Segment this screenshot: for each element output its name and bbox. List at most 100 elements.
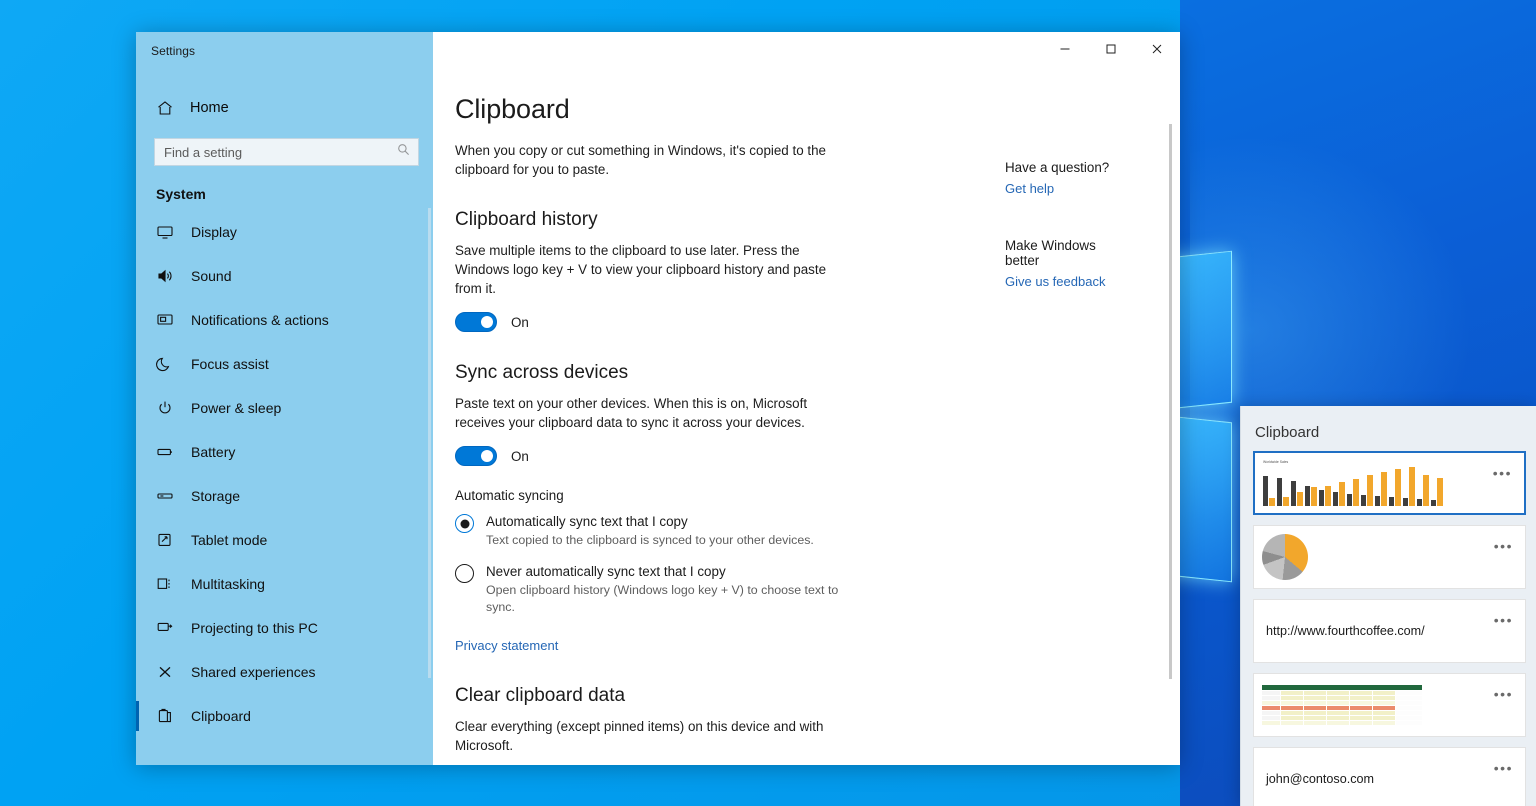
window-title: Settings <box>151 44 196 58</box>
sidebar-item-power-sleep[interactable]: Power & sleep <box>136 386 433 430</box>
sidebar-item-label: Power & sleep <box>191 400 282 416</box>
close-button[interactable] <box>1134 32 1180 66</box>
sidebar-group-title: System <box>156 186 206 202</box>
clipboard-item-menu-icon[interactable]: ••• <box>1493 465 1512 481</box>
settings-window: Settings Home Find a setting System Disp… <box>136 32 1180 765</box>
sidebar-item-label: Focus assist <box>191 356 269 372</box>
clipboard-item-bar-chart[interactable]: Worldwide Sales ••• <box>1253 451 1526 515</box>
bar-chart-thumbnail-icon: Worldwide Sales <box>1263 460 1443 506</box>
clipboard-flyout: Clipboard Worldwide Sales ••• ••• http:/… <box>1240 406 1536 806</box>
clipboard-item-spreadsheet[interactable]: ••• <box>1253 673 1526 737</box>
clipboard-item-menu-icon[interactable]: ••• <box>1494 612 1513 628</box>
sync-devices-toggle[interactable] <box>455 446 497 466</box>
multitasking-icon <box>156 575 174 593</box>
clipboard-history-description: Save multiple items to the clipboard to … <box>455 243 827 296</box>
radio-label: Automatically sync text that I copy <box>486 514 688 529</box>
sync-devices-toggle-row: On <box>455 446 893 466</box>
automatic-syncing-label: Automatic syncing <box>455 488 564 503</box>
toggle-knob <box>481 450 493 462</box>
clipboard-item-text: http://www.fourthcoffee.com/ <box>1266 624 1425 638</box>
radio-text: Automatically sync text that I copy Text… <box>486 513 814 549</box>
clipboard-item-menu-icon[interactable]: ••• <box>1494 760 1513 776</box>
help-block-feedback: Make Windows better Give us feedback <box>1005 238 1133 291</box>
share-icon <box>156 663 174 681</box>
help-feedback-heading: Make Windows better <box>1005 238 1096 268</box>
clipboard-item-menu-icon[interactable]: ••• <box>1494 538 1513 554</box>
radio-button-auto-sync[interactable] <box>455 514 474 533</box>
get-help-link[interactable]: Get help <box>1005 181 1054 196</box>
radio-sublabel: Text copied to the clipboard is synced t… <box>486 533 814 547</box>
clipboard-item-pie-chart[interactable]: ••• <box>1253 525 1526 589</box>
spreadsheet-thumbnail-icon <box>1262 685 1422 725</box>
toggle-knob <box>481 316 493 328</box>
desktop: Settings Home Find a setting System Disp… <box>0 0 1536 806</box>
radio-button-never-sync[interactable] <box>455 564 474 583</box>
help-block-question: Have a question? Get help <box>1005 160 1133 198</box>
sidebar-scrollbar[interactable] <box>428 208 431 678</box>
sidebar-item-label: Battery <box>191 444 236 460</box>
sidebar-item-label: Notifications & actions <box>191 312 329 328</box>
sidebar-item-sound[interactable]: Sound <box>136 254 433 298</box>
pie-chart-thumbnail-icon <box>1262 534 1308 580</box>
project-icon <box>156 619 174 637</box>
sidebar-item-battery[interactable]: Battery <box>136 430 433 474</box>
radio-option-never-sync[interactable]: Never automatically sync text that I cop… <box>455 563 893 616</box>
sync-devices-heading: Sync across devices <box>455 362 629 383</box>
sidebar-item-label: Shared experiences <box>191 664 316 680</box>
monitor-icon <box>156 223 174 241</box>
search-container <box>136 126 433 166</box>
minimize-button[interactable] <box>1042 32 1088 66</box>
sidebar-item-label: Sound <box>191 268 232 284</box>
sidebar-item-home[interactable]: Home <box>136 90 433 126</box>
help-panel: Have a question? Get help Make Windows b… <box>893 94 1133 765</box>
clipboard-history-heading: Clipboard history <box>455 209 598 230</box>
sidebar-item-multitasking[interactable]: Multitasking <box>136 562 433 606</box>
clipboard-history-toggle[interactable] <box>455 312 497 332</box>
sidebar-item-label: Clipboard <box>191 708 251 724</box>
battery-icon <box>156 443 174 461</box>
sidebar-home-label: Home <box>190 100 229 116</box>
search-box[interactable] <box>154 138 419 166</box>
sidebar-item-display[interactable]: Display <box>136 210 433 254</box>
home-icon <box>156 99 174 117</box>
notification-icon <box>156 311 174 329</box>
radio-text: Never automatically sync text that I cop… <box>486 563 858 616</box>
sidebar-item-storage[interactable]: Storage <box>136 474 433 518</box>
clipboard-history-toggle-row: On <box>455 312 893 332</box>
give-feedback-link[interactable]: Give us feedback <box>1005 274 1105 289</box>
clear-clipboard-heading: Clear clipboard data <box>455 685 626 706</box>
content-body: Clipboard When you copy or cut something… <box>433 66 1180 765</box>
search-icon <box>397 143 410 161</box>
search-input[interactable] <box>155 139 418 165</box>
clipboard-item-url[interactable]: http://www.fourthcoffee.com/ ••• <box>1253 599 1526 663</box>
storage-icon <box>156 487 174 505</box>
sidebar-item-label: Display <box>191 224 237 240</box>
privacy-statement-link[interactable]: Privacy statement <box>455 638 558 653</box>
clipboard-item-email[interactable]: john@contoso.com ••• <box>1253 747 1526 806</box>
clipboard-icon <box>156 707 174 725</box>
clipboard-item-text: john@contoso.com <box>1266 772 1374 786</box>
content-scrollbar[interactable] <box>1169 124 1172 679</box>
clipboard-flyout-title: Clipboard <box>1255 424 1320 441</box>
sidebar-item-clipboard[interactable]: Clipboard <box>136 694 433 738</box>
sidebar-item-projecting[interactable]: Projecting to this PC <box>136 606 433 650</box>
window-controls <box>1042 32 1180 66</box>
speaker-icon <box>156 267 174 285</box>
settings-content: Clipboard When you copy or cut something… <box>433 32 1180 765</box>
settings-sidebar: Settings Home Find a setting System Disp… <box>136 32 433 765</box>
moon-icon <box>156 355 174 373</box>
help-question-heading: Have a question? <box>1005 160 1110 175</box>
clipboard-item-menu-icon[interactable]: ••• <box>1494 686 1513 702</box>
sidebar-item-shared-experiences[interactable]: Shared experiences <box>136 650 433 694</box>
tablet-icon <box>156 531 174 549</box>
sidebar-item-notifications[interactable]: Notifications & actions <box>136 298 433 342</box>
sidebar-item-tablet-mode[interactable]: Tablet mode <box>136 518 433 562</box>
radio-label: Never automatically sync text that I cop… <box>486 564 726 579</box>
maximize-button[interactable] <box>1088 32 1134 66</box>
radio-option-auto-sync[interactable]: Automatically sync text that I copy Text… <box>455 513 893 549</box>
page-title: Clipboard <box>455 94 570 124</box>
power-icon <box>156 399 174 417</box>
sidebar-item-focus-assist[interactable]: Focus assist <box>136 342 433 386</box>
sync-devices-description: Paste text on your other devices. When t… <box>455 396 808 430</box>
sidebar-item-label: Projecting to this PC <box>191 620 318 636</box>
